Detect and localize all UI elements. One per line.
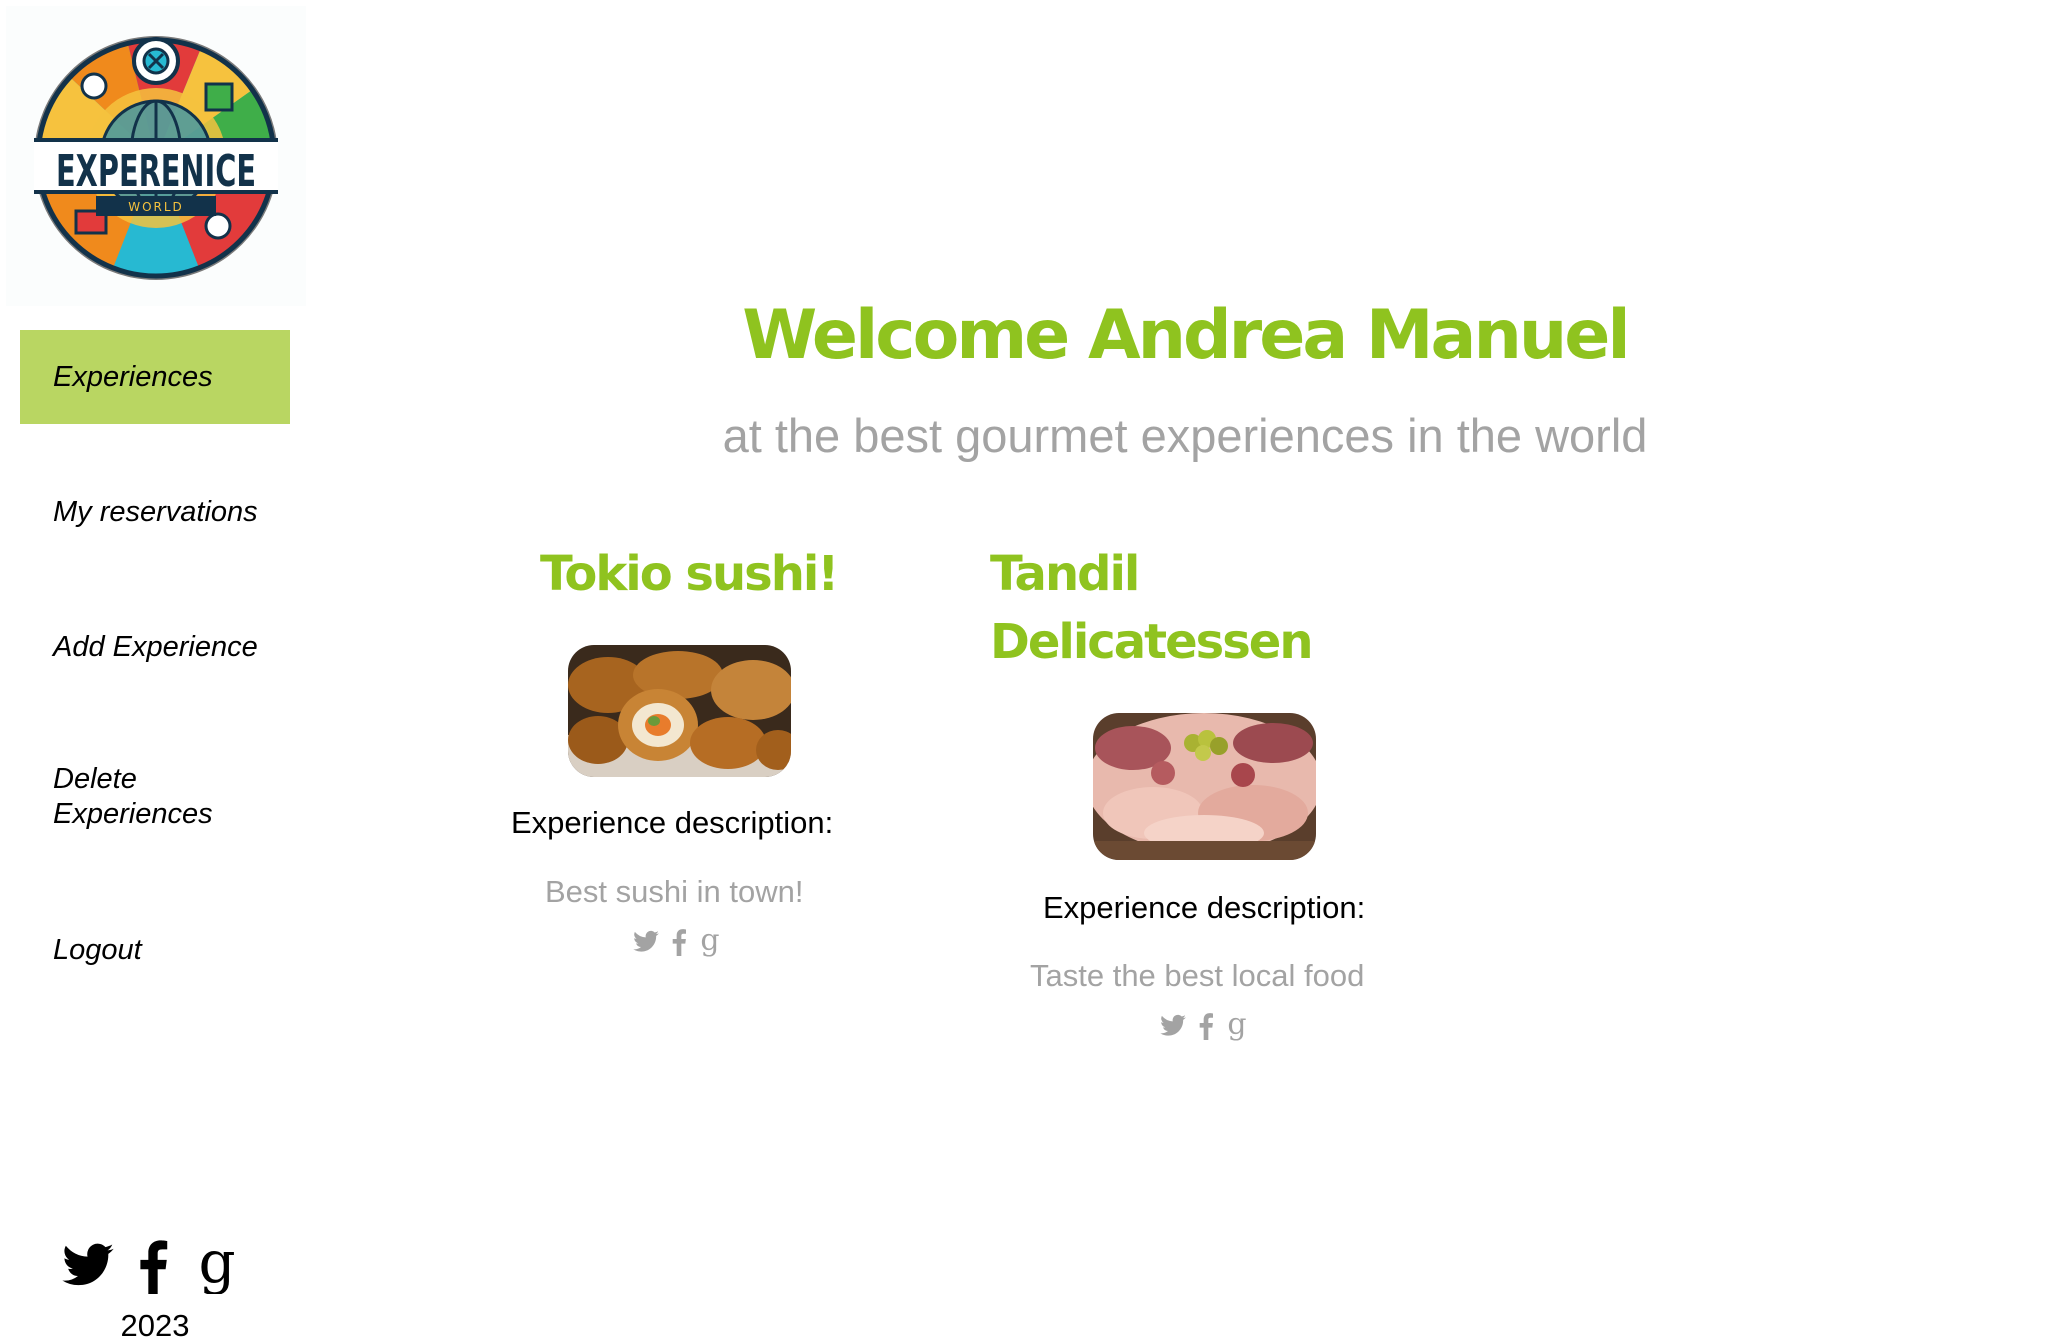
sidebar-item-label: My reservations bbox=[53, 495, 258, 528]
experience-description-label: Experience description: bbox=[1043, 890, 1366, 925]
sidebar-item-experiences[interactable]: Experiences bbox=[20, 330, 290, 424]
experience-card: Tandil Delicatessen Experience descripti… bbox=[990, 540, 1430, 1060]
google-icon[interactable]: g bbox=[200, 1238, 234, 1294]
facebook-icon[interactable] bbox=[138, 1238, 168, 1294]
sidebar-social-links: g bbox=[55, 1238, 245, 1304]
google-icon[interactable]: g bbox=[701, 924, 719, 958]
experience-description-label: Experience description: bbox=[511, 805, 834, 840]
logo-wordmark: EXPERENICE bbox=[56, 146, 256, 197]
experience-description: Best sushi in town! bbox=[545, 874, 804, 909]
svg-text:g: g bbox=[200, 1238, 234, 1294]
sidebar-item-label: Add Experience bbox=[53, 630, 258, 663]
experience-title[interactable]: Tokio sushi! bbox=[540, 540, 870, 608]
page-subtitle: at the best gourmet experiences in the w… bbox=[722, 409, 1648, 462]
facebook-icon[interactable] bbox=[1199, 1012, 1213, 1040]
sidebar-item-label: Experiences bbox=[53, 360, 213, 393]
twitter-icon[interactable] bbox=[57, 1238, 119, 1294]
twitter-icon[interactable] bbox=[630, 928, 662, 956]
facebook-icon[interactable] bbox=[672, 928, 686, 956]
twitter-icon[interactable] bbox=[1157, 1012, 1189, 1040]
sidebar-item-logout[interactable]: Logout bbox=[20, 903, 290, 997]
google-icon[interactable]: g bbox=[1228, 1008, 1246, 1042]
sidebar-item-label: Delete Experiences bbox=[53, 763, 213, 830]
sidebar-item-label: Logout bbox=[53, 933, 142, 966]
sidebar: EXPERENICE WORLD Experiences My reservat… bbox=[0, 0, 306, 1344]
sidebar-item-my-reservations[interactable]: My reservations bbox=[20, 465, 290, 559]
svg-text:g: g bbox=[701, 924, 719, 958]
sidebar-item-delete-experiences[interactable]: Delete Experiences bbox=[20, 750, 240, 844]
experience-social-links: g bbox=[1157, 1008, 1257, 1044]
experience-title[interactable]: Tandil Delicatessen bbox=[990, 540, 1330, 676]
experience-world-logo: EXPERENICE WORLD bbox=[6, 6, 306, 306]
experience-card: Tokio sushi! Experience description: Bes… bbox=[490, 540, 870, 980]
sidebar-item-add-experience[interactable]: Add Experience bbox=[20, 600, 290, 694]
experience-description: Taste the best local food bbox=[1030, 958, 1365, 993]
experience-social-links: g bbox=[630, 924, 730, 960]
page-title: Welcome Andrea Manuel bbox=[742, 296, 1630, 375]
delicatessen-image bbox=[1093, 713, 1316, 860]
copyright-year: 2023 bbox=[120, 1308, 190, 1343]
svg-text:g: g bbox=[1228, 1008, 1246, 1042]
sushi-image bbox=[568, 645, 791, 777]
logo-subtext: WORLD bbox=[128, 200, 184, 214]
